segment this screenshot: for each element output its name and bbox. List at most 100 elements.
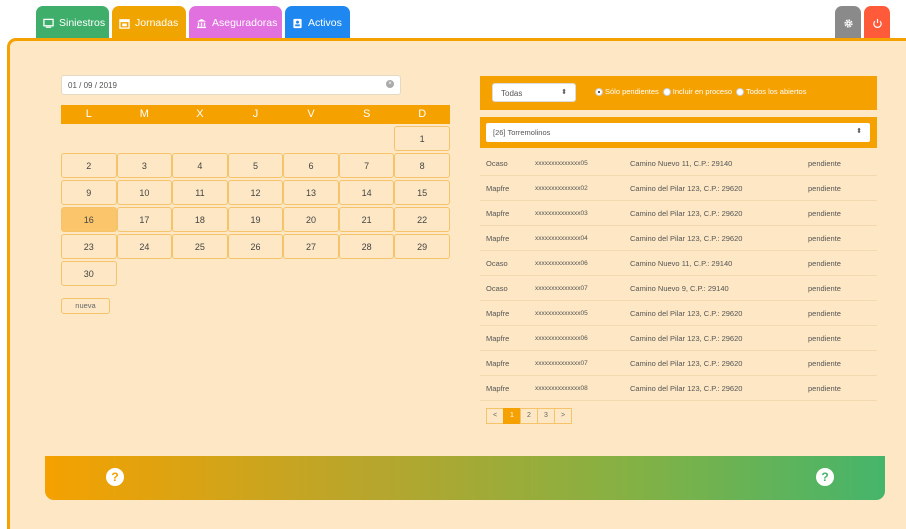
claim-row[interactable]: Mapfre xxxxxxxxxxxxxx03 Camino del Pilar 1… <box>480 201 877 226</box>
radio-incluir-en-proceso[interactable]: Incluir en proceso <box>662 87 732 96</box>
calendar-day[interactable]: 8 <box>394 153 450 178</box>
radio-label: Todos los abiertos <box>746 87 807 96</box>
calendar-day[interactable]: 26 <box>227 234 284 259</box>
calendar-day[interactable]: 7 <box>338 153 395 178</box>
calendar-day[interactable]: 6 <box>283 153 339 178</box>
weekday-label: L <box>85 108 92 120</box>
calendar-day[interactable]: 13 <box>283 180 339 205</box>
claim-reference: xxxxxxxxxxxxxx06 <box>535 334 588 342</box>
claim-status: pendiente <box>808 358 841 368</box>
calendar-day[interactable]: 2 <box>61 153 117 178</box>
calendar-day[interactable]: 10 <box>116 180 173 205</box>
calendar-day[interactable]: 4 <box>172 153 228 178</box>
claim-status: pendiente <box>808 208 841 218</box>
tab-siniestros[interactable]: Siniestros <box>36 6 109 40</box>
tab-label: Activos <box>308 17 342 29</box>
radio-solo-pendientes[interactable]: Sólo pendientes <box>595 87 659 96</box>
claim-row[interactable]: Mapfre xxxxxxxxxxxxxx04 Camino del Pilar 1… <box>480 226 877 251</box>
claim-insurer: Mapfre <box>486 308 510 318</box>
calendar-empty-cell <box>227 261 284 286</box>
calendar-week-row: 23 24 25 26 27 28 29 <box>61 234 450 259</box>
claim-row[interactable]: Ocaso xxxxxxxxxxxxxx07 Camino Nuevo 9, C.P… <box>480 276 877 301</box>
claim-insurer: Mapfre <box>486 183 510 193</box>
calendar-day[interactable]: 23 <box>61 234 117 259</box>
claim-status: pendiente <box>808 383 841 393</box>
calendar-day[interactable]: 18 <box>172 207 228 232</box>
tab-activos[interactable]: Activos <box>285 6 350 40</box>
calendar-day[interactable]: 24 <box>116 234 173 259</box>
pagination-page-3[interactable]: 3 <box>537 408 555 424</box>
claim-address: Camino del Pilar 123, C.P.: 29620 <box>630 233 743 243</box>
new-day-button[interactable]: nueva <box>61 298 110 314</box>
pagination-next[interactable]: > <box>554 408 572 424</box>
calendar-week-row: 16 17 18 19 20 21 22 <box>61 207 450 232</box>
claim-reference: xxxxxxxxxxxxxx05 <box>535 159 588 167</box>
claim-row[interactable]: Mapfre xxxxxxxxxxxxxx02 Camino del Pilar 1… <box>480 176 877 201</box>
logout-button[interactable] <box>864 6 890 40</box>
claim-row[interactable]: Mapfre xxxxxxxxxxxxxx05 Camino del Pilar 1… <box>480 301 877 326</box>
calendar-day[interactable]: 21 <box>338 207 395 232</box>
claim-status: pendiente <box>808 258 841 268</box>
pagination: < 1 2 3 > <box>486 408 572 424</box>
clear-date-icon[interactable]: × <box>386 80 394 88</box>
calendar-grid: 1 2 3 4 5 6 7 8 9 10 11 12 13 14 15 16 17 18 19 20 21 22 23 24 2… <box>61 126 450 288</box>
town-select[interactable]: [26] Torremolinos ⬍ <box>486 123 870 142</box>
calendar-day[interactable]: 30 <box>61 261 117 286</box>
calendar-day[interactable]: 1 <box>394 126 450 151</box>
tab-aseguradoras[interactable]: Aseguradoras <box>189 6 282 40</box>
calendar-day[interactable]: 28 <box>338 234 395 259</box>
tab-label: Jornadas <box>135 17 179 29</box>
date-field[interactable]: 01 / 09 / 2019 × <box>61 75 401 95</box>
calendar-day[interactable]: 3 <box>116 153 173 178</box>
pagination-page-1[interactable]: 1 <box>503 408 521 424</box>
claim-address: Camino del Pilar 123, C.P.: 29620 <box>630 383 743 393</box>
radio-label: Incluir en proceso <box>672 87 732 96</box>
tab-jornadas[interactable]: Jornadas <box>112 6 186 40</box>
calendar-day[interactable]: 25 <box>172 234 228 259</box>
calendar-day[interactable]: 19 <box>227 207 284 232</box>
calendar-day[interactable]: 5 <box>227 153 284 178</box>
claim-reference: xxxxxxxxxxxxxx03 <box>535 209 588 217</box>
help-left-icon[interactable]: ? <box>106 468 124 486</box>
claim-row[interactable]: Mapfre xxxxxxxxxxxxxx08 Camino del Pilar 1… <box>480 376 877 401</box>
settings-button[interactable] <box>835 6 861 40</box>
claim-row[interactable]: Ocaso xxxxxxxxxxxxxx05 Camino Nuevo 11, C.… <box>480 151 877 176</box>
claim-insurer: Mapfre <box>486 208 510 218</box>
calendar-day[interactable]: 22 <box>394 207 450 232</box>
pagination-prev[interactable]: < <box>486 408 504 424</box>
calendar-empty-cell <box>172 261 228 286</box>
help-right-icon[interactable]: ? <box>816 468 834 486</box>
claim-reference: xxxxxxxxxxxxxx06 <box>535 259 588 267</box>
status-radios: Sólo pendientes Incluir en proceso Todos… <box>595 87 806 96</box>
calendar-day[interactable]: 15 <box>394 180 450 205</box>
radio-dot <box>595 87 603 96</box>
tab-label: Siniestros <box>59 17 106 29</box>
calendar-day[interactable]: 9 <box>61 180 117 205</box>
calendar-day[interactable]: 11 <box>172 180 228 205</box>
calendar-day[interactable]: 12 <box>227 180 284 205</box>
claim-status: pendiente <box>808 183 841 193</box>
claim-address: Camino del Pilar 123, C.P.: 29620 <box>630 333 743 343</box>
weekday-label: M <box>139 108 149 120</box>
calendar-day[interactable]: 20 <box>283 207 339 232</box>
weekday-label: V <box>307 108 315 120</box>
claim-row[interactable]: Mapfre xxxxxxxxxxxxxx06 Camino del Pilar 1… <box>480 326 877 351</box>
claim-insurer: Mapfre <box>486 333 510 343</box>
footer-bar: ? ? <box>45 456 885 500</box>
radio-todos-los-abiertos[interactable]: Todos los abiertos <box>736 87 806 96</box>
claim-row[interactable]: Mapfre xxxxxxxxxxxxxx07 Camino del Pilar 1… <box>480 351 877 376</box>
calendar-empty-cell <box>116 126 173 151</box>
monitor-icon <box>43 18 54 28</box>
calendar-day[interactable]: 17 <box>116 207 173 232</box>
select-arrow-icon: ⬍ <box>856 128 862 135</box>
calendar-day[interactable]: 16 <box>61 207 117 232</box>
calendar-day[interactable]: 14 <box>338 180 395 205</box>
calendar-day[interactable]: 27 <box>283 234 339 259</box>
pagination-page-2[interactable]: 2 <box>520 408 538 424</box>
calendar-week-row: 1 <box>61 126 450 151</box>
claim-row[interactable]: Ocaso xxxxxxxxxxxxxx06 Camino Nuevo 11, C.… <box>480 251 877 276</box>
status-select[interactable]: Todas ⬍ <box>492 83 576 102</box>
calendar-icon <box>119 18 130 29</box>
calendar-day[interactable]: 29 <box>394 234 450 259</box>
claim-insurer: Mapfre <box>486 383 510 393</box>
